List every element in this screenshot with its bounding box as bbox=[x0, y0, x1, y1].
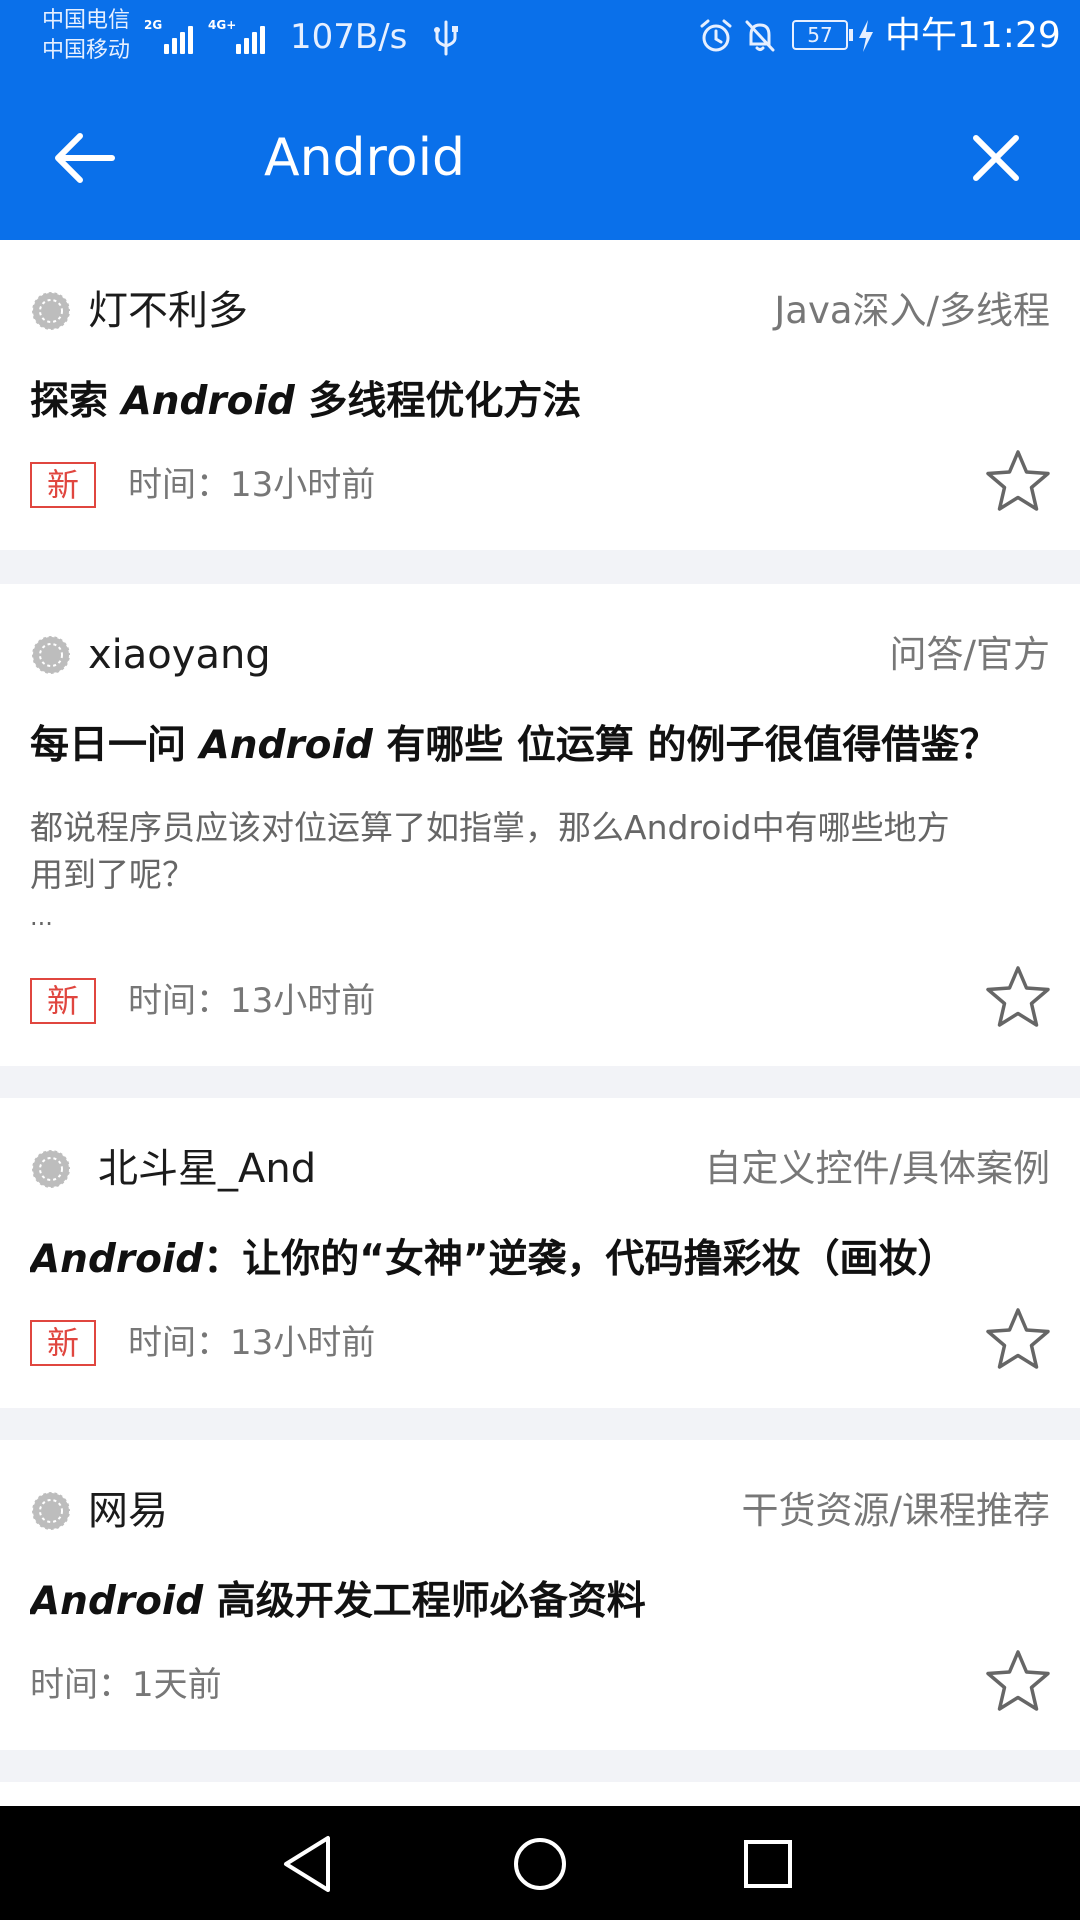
article-title[interactable]: Android：让你的“女神”逆袭，代码撸彩妆（画妆） bbox=[30, 1234, 1050, 1286]
title-keyword: Android bbox=[30, 1579, 204, 1624]
signal-1-tag: 2G bbox=[144, 18, 163, 32]
status-bar: 中国电信 中国移动 2G 4G+ 107B/s 57 中午11:29 bbox=[0, 0, 1080, 76]
post-time: 时间：13小时前 bbox=[128, 1323, 376, 1363]
card-header: 灯不利多 Java深入/多线程 bbox=[30, 286, 1050, 336]
card-header: xiaoyang 问答/官方 bbox=[30, 630, 1050, 680]
avatar-icon[interactable] bbox=[30, 290, 72, 332]
new-badge: 新 bbox=[30, 978, 96, 1024]
article-title[interactable]: 每日一问 Android 有哪些 位运算 的例子很值得借鉴？ bbox=[30, 720, 1050, 772]
title-prefix: 探索 bbox=[30, 379, 122, 424]
list-item[interactable]: xiaoyang 问答/官方 每日一问 Android 有哪些 位运算 的例子很… bbox=[0, 584, 1080, 1066]
usb-icon bbox=[434, 20, 458, 56]
status-time: 中午11:29 bbox=[885, 15, 1061, 56]
card-header: 北斗星_And 自定义控件/具体案例 bbox=[30, 1144, 1050, 1194]
avatar-icon[interactable] bbox=[30, 1148, 72, 1190]
search-app-bar: Android bbox=[0, 76, 1080, 240]
title-keyword: Android bbox=[199, 723, 373, 768]
nav-home-icon[interactable] bbox=[504, 1828, 576, 1900]
card-header: 网易 干货资源/课程推荐 bbox=[30, 1486, 1050, 1536]
article-title[interactable]: Android 高级开发工程师必备资料 bbox=[30, 1576, 1050, 1628]
category-label[interactable]: 问答/官方 bbox=[890, 630, 1050, 680]
avatar-icon[interactable] bbox=[30, 1490, 72, 1532]
signal-1-icon: 2G bbox=[144, 14, 200, 54]
avatar-icon[interactable] bbox=[30, 634, 72, 676]
category-label[interactable]: 干货资源/课程推荐 bbox=[742, 1486, 1050, 1536]
article-title[interactable]: 探索 Android 多线程优化方法 bbox=[30, 376, 1050, 428]
post-time: 时间：13小时前 bbox=[128, 465, 376, 505]
article-summary[interactable]: 都说程序员应该对位运算了如指掌，那么Android中有哪些地方 用到了呢？ ..… bbox=[30, 804, 1030, 936]
category-label[interactable]: 自定义控件/具体案例 bbox=[705, 1144, 1050, 1194]
title-suffix: ：让你的“女神”逆袭，代码撸彩妆（画妆） bbox=[203, 1237, 957, 1282]
list-item[interactable] bbox=[0, 1782, 1080, 1806]
new-badge: 新 bbox=[30, 1320, 96, 1366]
carrier-2: 中国移动 bbox=[42, 38, 131, 63]
charging-icon bbox=[859, 20, 873, 52]
search-query[interactable]: Android bbox=[264, 124, 465, 192]
carrier-names: 中国电信 中国移动 bbox=[42, 6, 130, 66]
post-time: 时间：1天前 bbox=[30, 1665, 222, 1705]
close-icon[interactable] bbox=[956, 118, 1036, 198]
carrier-1: 中国电信 bbox=[42, 8, 131, 33]
author-name[interactable]: 北斗星_And bbox=[98, 1144, 316, 1194]
favorite-star-icon[interactable] bbox=[982, 446, 1054, 518]
summary-line: 都说程序员应该对位运算了如指掌，那么Android中有哪些地方 bbox=[30, 808, 950, 847]
back-arrow-icon[interactable] bbox=[44, 118, 124, 198]
post-time: 时间：13小时前 bbox=[128, 981, 376, 1021]
summary-line: 用到了呢？ bbox=[30, 855, 195, 894]
summary-ellipsis: ... bbox=[30, 903, 53, 931]
title-keyword: Android bbox=[121, 379, 295, 424]
battery-level: 57 bbox=[792, 20, 848, 50]
title-prefix: 每日一问 bbox=[30, 723, 200, 768]
list-item[interactable]: 灯不利多 Java深入/多线程 探索 Android 多线程优化方法 新 时间：… bbox=[0, 240, 1080, 550]
favorite-star-icon[interactable] bbox=[982, 1646, 1054, 1718]
author-name[interactable]: 网易 bbox=[88, 1486, 168, 1536]
category-label[interactable]: Java深入/多线程 bbox=[774, 286, 1050, 336]
author-name[interactable]: 灯不利多 bbox=[88, 286, 248, 336]
card-meta: 新 时间：13小时前 bbox=[30, 460, 1010, 510]
signal-2-tag: 4G+ bbox=[208, 18, 237, 32]
alarm-icon bbox=[700, 19, 732, 52]
author-name[interactable]: xiaoyang bbox=[88, 630, 271, 680]
list-item[interactable]: 网易 干货资源/课程推荐 Android 高级开发工程师必备资料 时间：1天前 bbox=[0, 1440, 1080, 1750]
nav-recents-icon[interactable] bbox=[732, 1828, 804, 1900]
battery-tip bbox=[849, 29, 853, 41]
card-meta: 新 时间：13小时前 bbox=[30, 976, 1010, 1026]
title-keyword: Android bbox=[30, 1237, 204, 1282]
network-speed: 107B/s bbox=[290, 17, 408, 57]
favorite-star-icon[interactable] bbox=[982, 1304, 1054, 1376]
list-item[interactable]: 北斗星_And 自定义控件/具体案例 Android：让你的“女神”逆袭，代码撸… bbox=[0, 1098, 1080, 1408]
favorite-star-icon[interactable] bbox=[982, 962, 1054, 1034]
new-badge: 新 bbox=[30, 462, 96, 508]
card-meta: 新 时间：13小时前 bbox=[30, 1318, 1010, 1368]
card-meta: 时间：1天前 bbox=[30, 1660, 1010, 1710]
signal-2-icon: 4G+ bbox=[208, 14, 272, 54]
mute-bell-icon bbox=[745, 20, 775, 52]
title-suffix: 高级开发工程师必备资料 bbox=[203, 1579, 646, 1624]
nav-back-icon[interactable] bbox=[272, 1828, 344, 1900]
system-nav-bar bbox=[0, 1806, 1080, 1920]
title-suffix: 多线程优化方法 bbox=[294, 379, 582, 424]
title-suffix: 有哪些 位运算 的例子很值得借鉴？ bbox=[372, 723, 999, 768]
